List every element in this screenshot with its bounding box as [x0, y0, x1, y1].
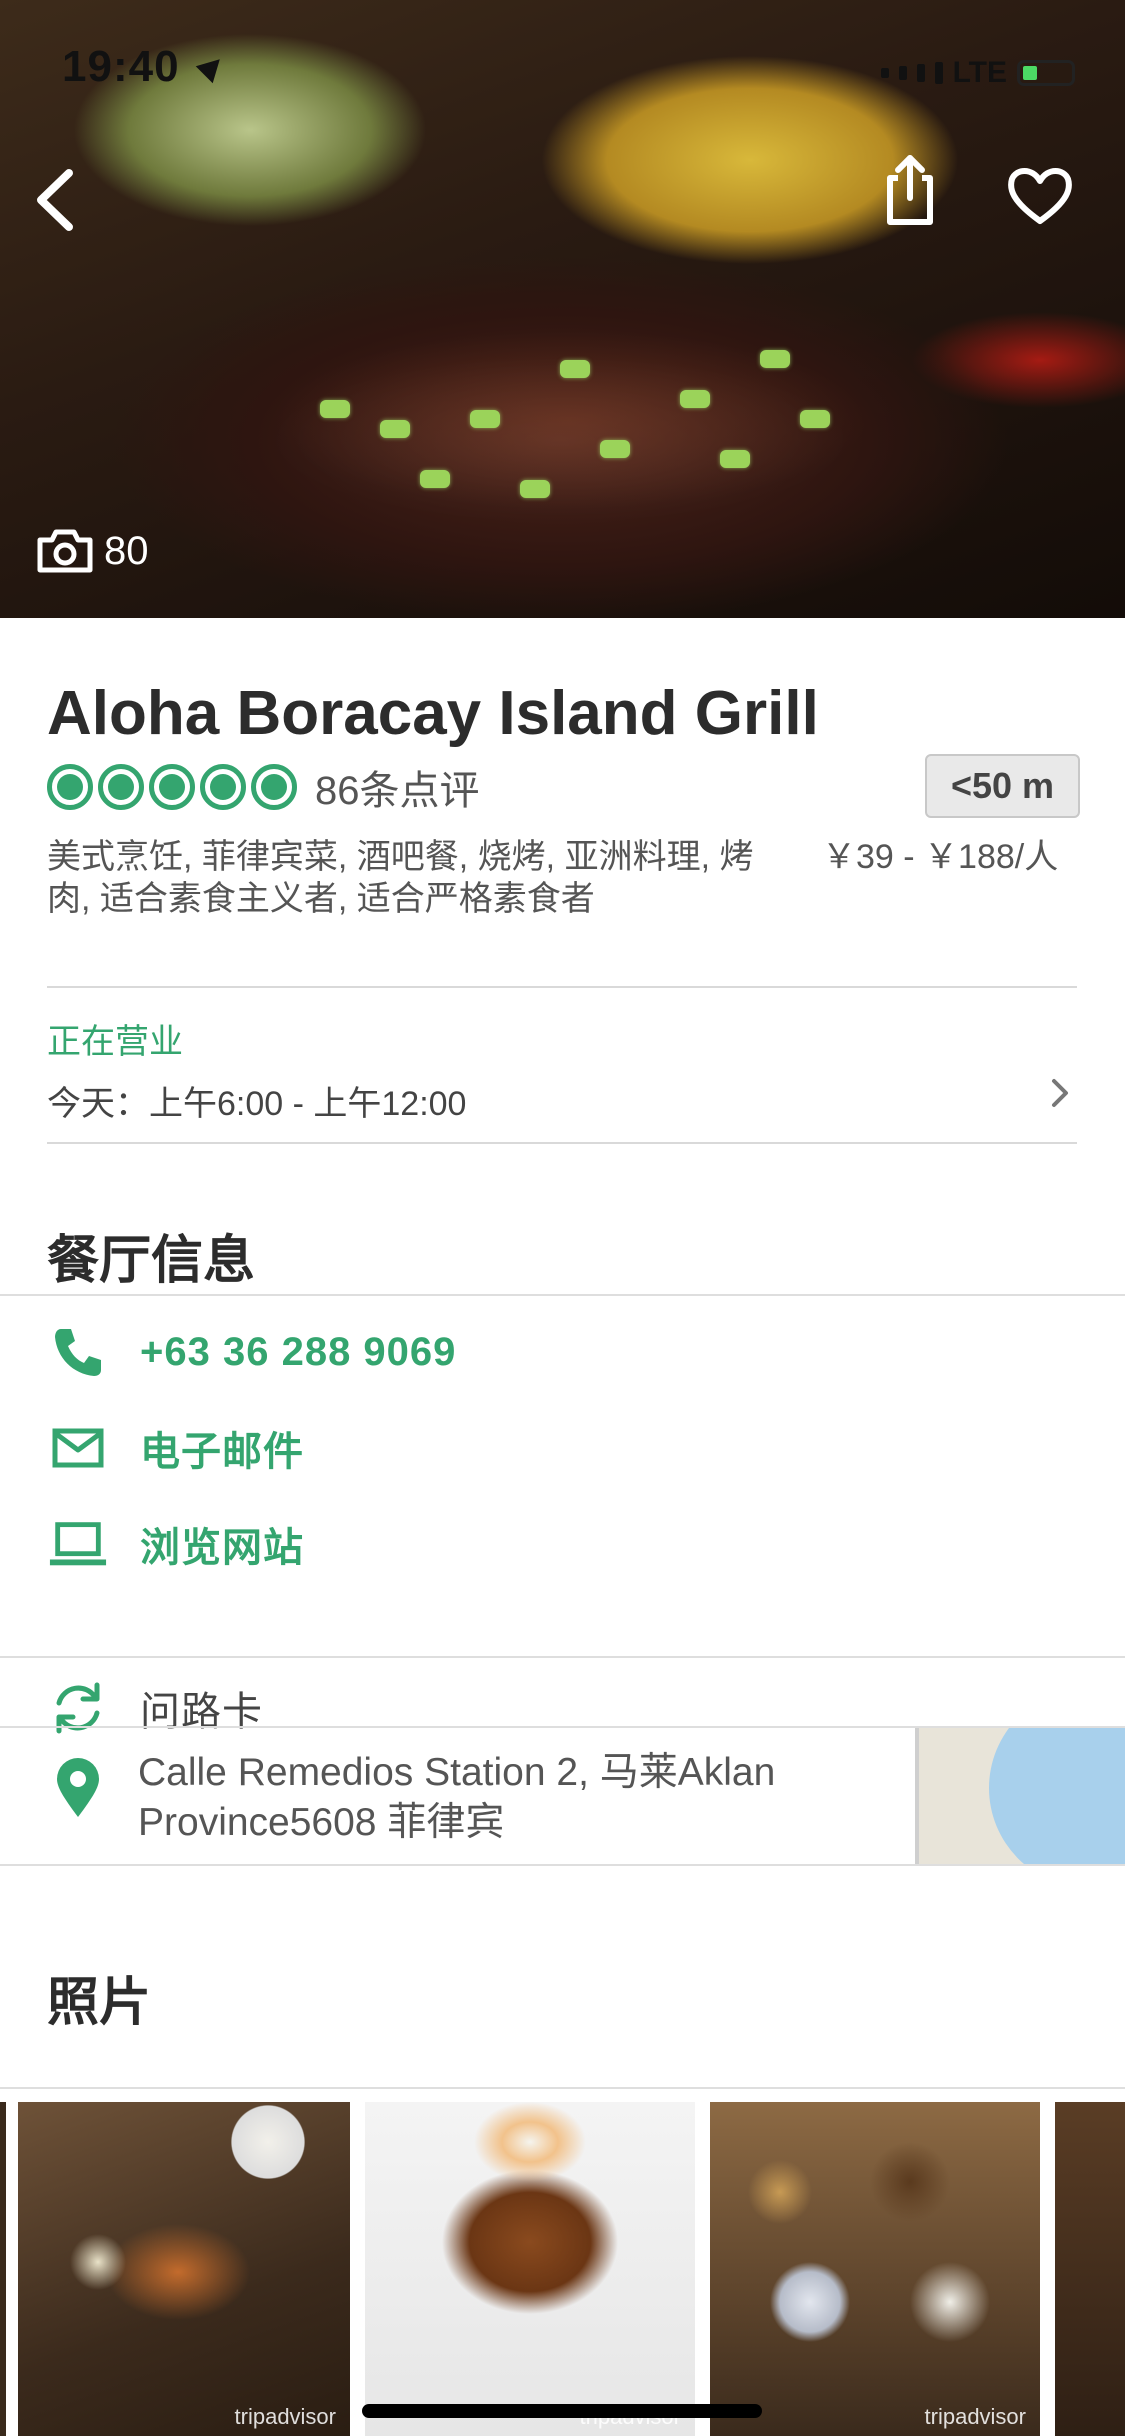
address-line: Calle Remedios Station 2, 马莱Aklan: [138, 1751, 776, 1794]
rating-bubble-icon: [98, 764, 144, 810]
rating-bubble-icon: [251, 764, 297, 810]
garnish: [720, 450, 750, 468]
garnish: [520, 480, 550, 498]
network-label: LTE: [952, 56, 1007, 89]
rating-bubble-icon: [200, 764, 246, 810]
garnish: [680, 390, 710, 408]
cuisine-line: 肉, 适合素食主义者, 适合严格素食者: [47, 880, 595, 918]
rating-bubble-icon: [149, 764, 195, 810]
rating-bubble-icon: [47, 764, 93, 810]
share-icon: [887, 155, 933, 225]
distance-badge: <50 m: [925, 754, 1080, 818]
photos-section-title: 照片: [47, 1974, 152, 2032]
phone-number[interactable]: +63 36 288 9069: [140, 1330, 456, 1375]
garnish: [470, 410, 500, 428]
phone-row[interactable]: +63 36 288 9069: [0, 1304, 1125, 1400]
refresh-icon: [48, 1678, 108, 1738]
divider: [0, 1294, 1125, 1296]
location-arrow-icon: [195, 50, 229, 84]
map-thumbnail[interactable]: [915, 1728, 1125, 1864]
address-line: Province5608 菲律宾: [138, 1801, 505, 1844]
status-time: 19:40: [62, 42, 180, 91]
divider: [47, 986, 1077, 988]
info-section-title: 餐厅信息: [47, 1232, 256, 1290]
battery-icon: [1017, 60, 1075, 86]
photo-thumbnail[interactable]: [0, 2102, 6, 2436]
price-range: ￥39 - ￥188/人: [822, 838, 1059, 876]
photo-thumbnail[interactable]: [1055, 2102, 1125, 2436]
garnish: [600, 440, 630, 458]
garnish: [380, 420, 410, 438]
garnish: [420, 470, 450, 488]
website-row[interactable]: 浏览网站: [0, 1496, 1125, 1592]
watermark: tripadvisor: [234, 2404, 336, 2429]
divider: [0, 2087, 1125, 2089]
photo-thumbnail[interactable]: tripadvisor: [710, 2102, 1040, 2436]
directions-card-label[interactable]: 问路卡: [140, 1679, 263, 1737]
rating-row[interactable]: 86条点评: [47, 758, 480, 816]
signal-bar: [880, 68, 889, 78]
garnish: [320, 400, 350, 418]
share-button[interactable]: [870, 150, 950, 230]
photo-thumbnail[interactable]: tripadvisor: [18, 2102, 350, 2436]
hero-photo[interactable]: 19:40 LTE 80: [0, 0, 1125, 618]
signal-bar: [898, 66, 907, 80]
status-indicators: LTE: [880, 56, 1075, 90]
website-link[interactable]: 浏览网站: [140, 1515, 304, 1573]
review-count[interactable]: 86条点评: [315, 758, 480, 816]
email-icon: [48, 1418, 108, 1478]
address[interactable]: Calle Remedios Station 2, 马莱Aklan Provin…: [138, 1748, 918, 1848]
garnish: [560, 360, 590, 378]
garnish: [800, 410, 830, 428]
garnish: [760, 350, 790, 368]
photo-count[interactable]: 80: [36, 528, 149, 574]
divider: [0, 1864, 1125, 1866]
restaurant-name: Aloha Boracay Island Grill: [47, 679, 819, 748]
photo-strip[interactable]: tripadvisor tripadvisor tripadvisor: [0, 2102, 1125, 2436]
location-pin-icon: [48, 1758, 108, 1818]
divider: [47, 1142, 1077, 1144]
phone-icon: [48, 1322, 108, 1382]
watermark: tripadvisor: [924, 2404, 1026, 2429]
map-water: [989, 1728, 1125, 1864]
heart-icon: [1008, 168, 1072, 224]
hours-chevron-icon[interactable]: [1040, 1073, 1080, 1113]
photo-count-label: 80: [104, 528, 149, 573]
rating-bubbles: [47, 764, 297, 810]
back-button[interactable]: [20, 160, 90, 240]
signal-bar: [934, 62, 943, 84]
home-indicator[interactable]: [362, 2404, 762, 2418]
hours-today[interactable]: 今天：上午6:00 - 上午12:00: [47, 1076, 466, 1125]
open-status[interactable]: 正在营业: [47, 1014, 183, 1063]
favorite-button[interactable]: [995, 155, 1085, 235]
photo-thumbnail[interactable]: tripadvisor: [365, 2102, 695, 2436]
email-link[interactable]: 电子邮件: [140, 1419, 304, 1477]
camera-icon: [37, 529, 93, 573]
divider: [0, 1656, 1125, 1658]
chevron-left-icon: [37, 169, 73, 231]
email-row[interactable]: 电子邮件: [0, 1400, 1125, 1496]
cuisine-list: 美式烹饪, 菲律宾菜, 酒吧餐, 烧烤, 亚洲料理, 烤 肉, 适合素食主义者,…: [47, 836, 1087, 920]
laptop-icon: [48, 1514, 108, 1574]
status-bar: 19:40 LTE: [0, 0, 1125, 132]
signal-bar: [916, 64, 925, 82]
